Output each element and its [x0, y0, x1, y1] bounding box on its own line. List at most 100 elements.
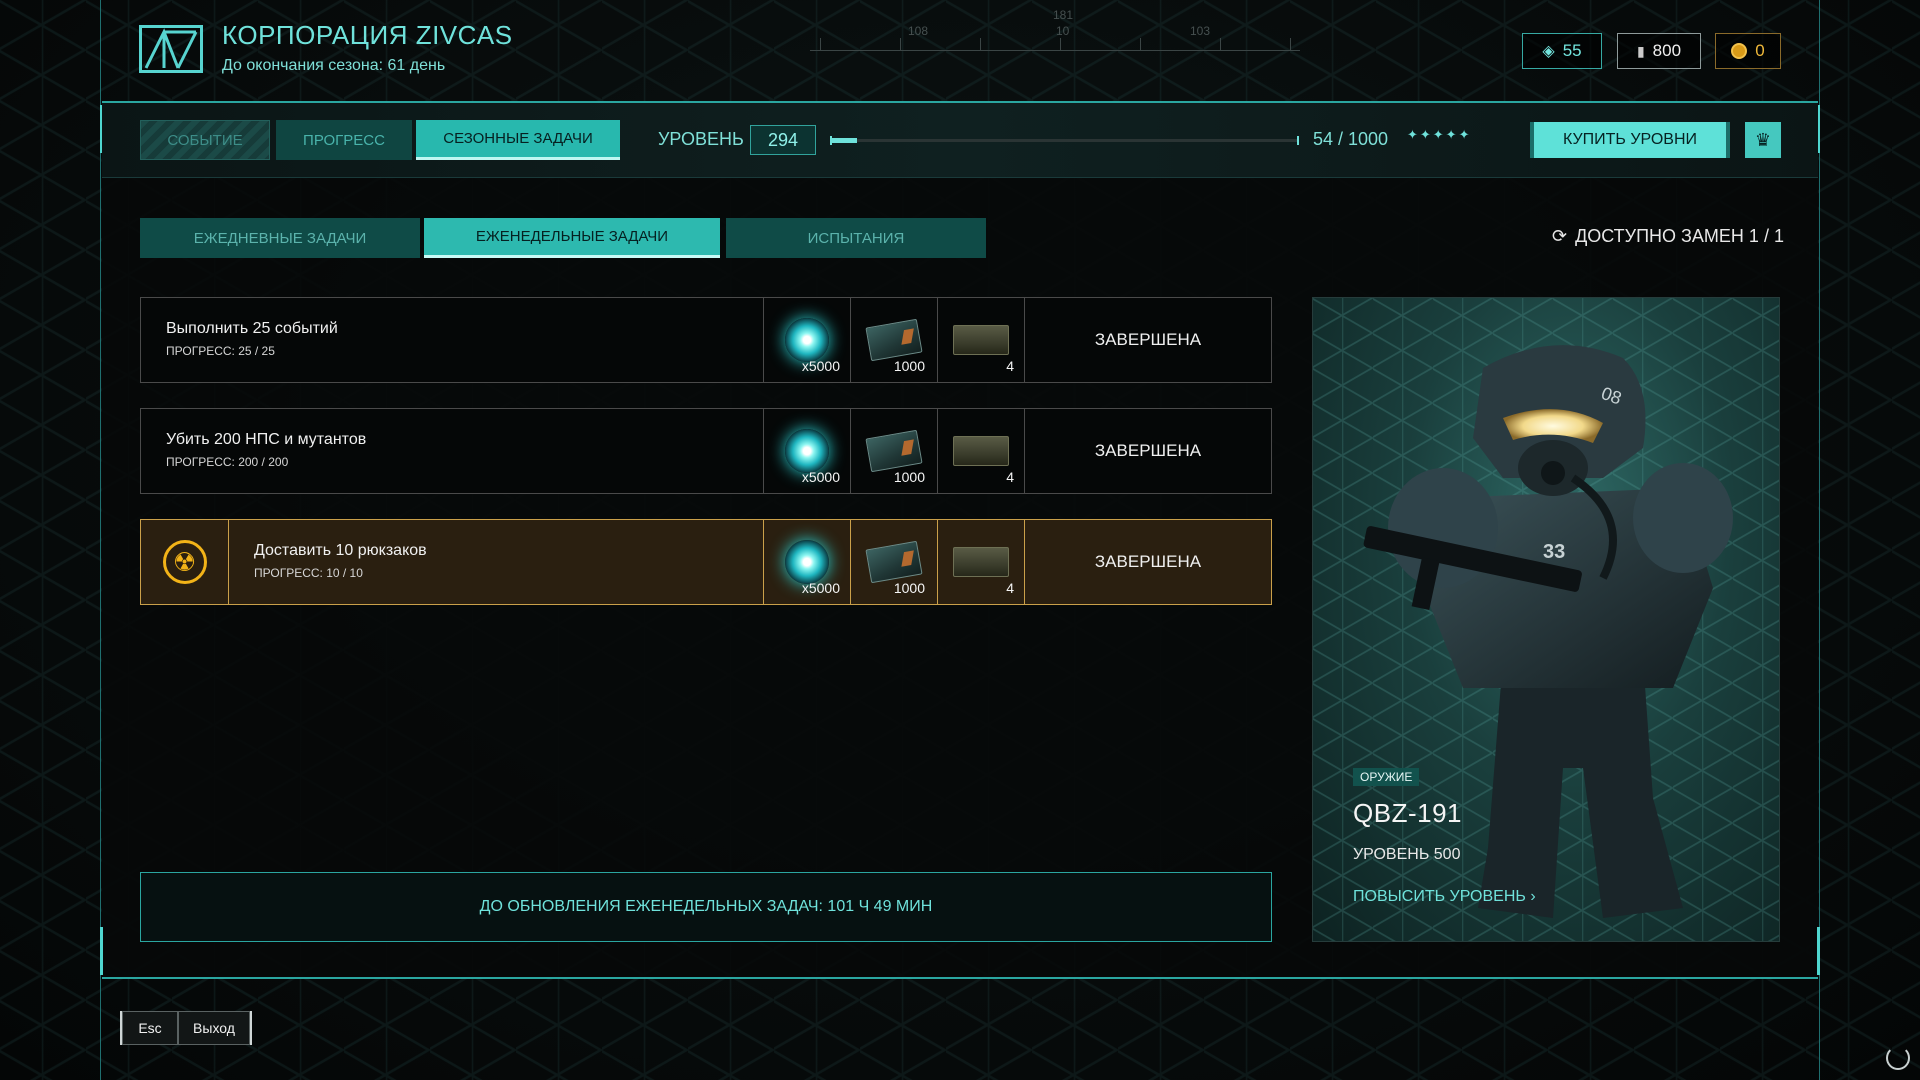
replacements-label: ДОСТУПНО ЗАМЕН 1 / 1	[1575, 226, 1784, 246]
gold-counter: 0	[1715, 33, 1781, 69]
task-row[interactable]: Выполнить 25 событий ПРОГРЕСС: 25 / 25 x…	[140, 297, 1272, 383]
task-progress: ПРОГРЕСС: 10 / 10	[254, 566, 363, 580]
esc-key[interactable]: Esc	[122, 1011, 178, 1045]
token-icon: ◈	[1542, 43, 1555, 60]
level-stars: ✦✦✦✦✦	[1407, 127, 1472, 142]
corporation-title: КОРПОРАЦИЯ ZIVCAS	[222, 20, 513, 50]
compass-number: 108	[908, 24, 929, 38]
level-value: 294	[750, 125, 816, 155]
replacements-available[interactable]: ⟳ ДОСТУПНО ЗАМЕН 1 / 1	[1552, 226, 1784, 247]
task-row[interactable]: Убить 200 НПС и мутантов ПРОГРЕСС: 200 /…	[140, 408, 1272, 494]
task-icon-cell: ☢	[141, 520, 229, 604]
chevron-right-icon: ›	[1530, 888, 1536, 905]
loading-spinner-icon	[1886, 1046, 1910, 1070]
reward-qty: 1000	[893, 469, 925, 485]
task-info: Убить 200 НПС и мутантов ПРОГРЕСС: 200 /…	[141, 409, 763, 493]
season-remaining: До окончания сезона: 61 день	[222, 57, 446, 74]
crate-icon	[953, 436, 1009, 466]
task-status: ЗАВЕРШЕНА	[1024, 520, 1271, 604]
task-row-highlighted[interactable]: ☢ Доставить 10 рюкзаков ПРОГРЕСС: 10 / 1…	[140, 519, 1272, 605]
silver-counter: ▮ 800	[1617, 33, 1701, 69]
season-topbar: СОБЫТИЕ ПРОГРЕСС СЕЗОННЫЕ ЗАДАЧИ УРОВЕНЬ…	[102, 103, 1818, 178]
task-info: Выполнить 25 событий ПРОГРЕСС: 25 / 25	[141, 298, 763, 382]
level-progress-bar	[832, 138, 1299, 143]
compass-number: 181	[1053, 8, 1074, 22]
tab-progress[interactable]: ПРОГРЕСС	[276, 120, 412, 160]
level-label: УРОВЕНЬ	[658, 129, 744, 149]
reward-qty: x5000	[801, 580, 840, 596]
tab-weekly-tasks[interactable]: ЕЖЕНЕДЕЛЬНЫЕ ЗАДАЧИ	[424, 218, 720, 258]
reward-qty: 4	[1006, 358, 1014, 374]
level-progress-text: 54 / 1000	[1313, 129, 1389, 149]
upgrade-level-label: ПОВЫСИТЬ УРОВЕНЬ	[1353, 888, 1526, 905]
item-level: УРОВЕНЬ 500	[1353, 846, 1461, 863]
item-title: QBZ-191	[1353, 798, 1462, 828]
task-name: Убить 200 НПС и мутантов	[166, 431, 367, 448]
reward-qty: 4	[1006, 580, 1014, 596]
panel-corner	[100, 927, 103, 975]
frame-line-left	[100, 0, 101, 1080]
gold-value: 0	[1755, 41, 1765, 60]
exit-control[interactable]: Esc Выход	[120, 1011, 252, 1045]
level-progress-fill	[832, 138, 858, 143]
header: КОРПОРАЦИЯ ZIVCAS До окончания сезона: 6…	[100, 0, 1820, 100]
refresh-icon: ⟳	[1552, 226, 1568, 246]
tab-trials[interactable]: ИСПЫТАНИЯ	[726, 218, 986, 258]
task-name: Выполнить 25 событий	[166, 320, 338, 337]
reward-qty: x5000	[801, 358, 840, 374]
reward-crate[interactable]: 4	[937, 298, 1024, 382]
crate-icon	[953, 547, 1009, 577]
compass-number: 10	[1056, 24, 1070, 38]
soldier-character-image: 08 33	[1363, 345, 1733, 918]
item-category-tag: ОРУЖИЕ	[1353, 768, 1420, 786]
exit-button[interactable]: Выход	[178, 1011, 250, 1045]
progress-cap-right	[1297, 136, 1299, 145]
energy-orb-icon	[785, 318, 829, 362]
tab-seasonal-tasks[interactable]: СЕЗОННЫЕ ЗАДАЧИ	[416, 120, 620, 160]
reward-card[interactable]: 08 33 ОРУЖИЕ QBZ-191 УРОВЕНЬ 500 ПОВЫСИТ…	[1312, 297, 1780, 942]
chest-number: 33	[1543, 541, 1565, 563]
tab-daily-tasks[interactable]: ЕЖЕДНЕВНЫЕ ЗАДАЧИ	[140, 218, 420, 258]
compass: 108 181 10 103	[810, 0, 1300, 70]
energy-orb-icon	[785, 429, 829, 473]
frame-line-right	[1819, 0, 1820, 1080]
voucher-icon	[865, 318, 923, 362]
crown-icon[interactable]: ♛	[1745, 122, 1781, 158]
reward-qty: 1000	[893, 580, 925, 596]
voucher-icon	[865, 429, 923, 473]
buy-levels-button[interactable]: КУПИТЬ УРОВНИ	[1530, 122, 1730, 158]
task-progress: ПРОГРЕСС: 200 / 200	[166, 455, 289, 469]
task-progress: ПРОГРЕСС: 25 / 25	[166, 344, 275, 358]
reward-qty: x5000	[801, 469, 840, 485]
reward-crate[interactable]: 4	[937, 409, 1024, 493]
task-status: ЗАВЕРШЕНА	[1024, 298, 1271, 382]
reward-qty: 4	[1006, 469, 1014, 485]
reward-energy-orb[interactable]: x5000	[763, 298, 850, 382]
reward-voucher[interactable]: 1000	[850, 409, 937, 493]
radiation-icon: ☢	[162, 540, 207, 584]
silver-value: 800	[1652, 41, 1682, 60]
task-name: Доставить 10 рюкзаков	[254, 542, 427, 559]
reward-qty: 1000	[893, 358, 925, 374]
crate-icon	[953, 325, 1009, 355]
panel-corner	[1817, 927, 1820, 975]
reward-energy-orb[interactable]: x5000	[763, 520, 850, 604]
season-panel: СОБЫТИЕ ПРОГРЕСС СЕЗОННЫЕ ЗАДАЧИ УРОВЕНЬ…	[100, 101, 1820, 979]
reward-voucher[interactable]: 1000	[850, 298, 937, 382]
tokens-value: 55	[1562, 41, 1582, 60]
tokens-counter: ◈ 55	[1522, 33, 1602, 69]
gold-coin-icon	[1731, 43, 1748, 59]
reward-energy-orb[interactable]: x5000	[763, 409, 850, 493]
compass-number: 103	[1190, 24, 1211, 38]
task-status: ЗАВЕРШЕНА	[1024, 409, 1271, 493]
tab-event[interactable]: СОБЫТИЕ	[140, 120, 270, 160]
silver-icon: ▮	[1636, 42, 1645, 59]
reward-voucher[interactable]: 1000	[850, 520, 937, 604]
voucher-icon	[865, 540, 923, 584]
upgrade-level-link[interactable]: ПОВЫСИТЬ УРОВЕНЬ ›	[1353, 888, 1536, 906]
task-info: Доставить 10 рюкзаков ПРОГРЕСС: 10 / 10	[229, 520, 763, 604]
energy-orb-icon	[785, 540, 829, 584]
weekly-refresh-timer: ДО ОБНОВЛЕНИЯ ЕЖЕНЕДЕЛЬНЫХ ЗАДАЧ: 101 ч …	[140, 872, 1272, 942]
corporation-logo-icon	[139, 25, 203, 73]
reward-crate[interactable]: 4	[937, 520, 1024, 604]
